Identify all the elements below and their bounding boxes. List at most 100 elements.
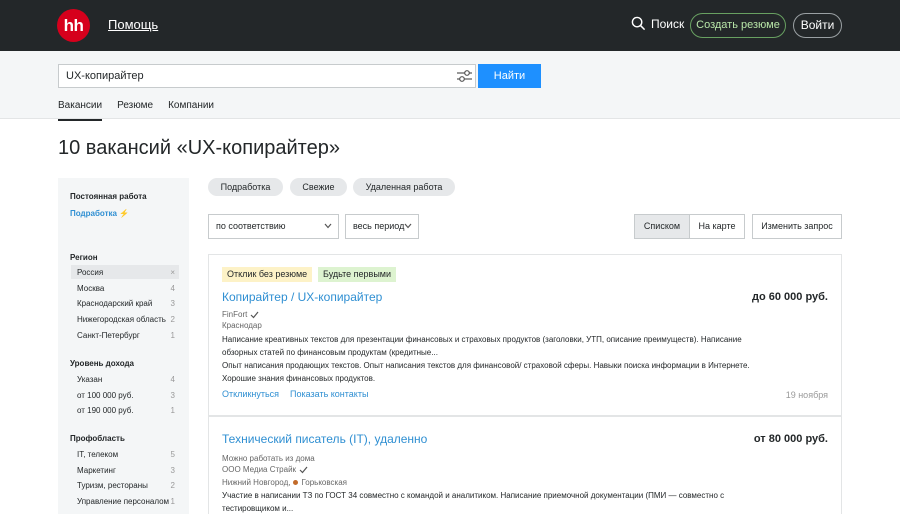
region-item-moscow[interactable]: Москва 4 bbox=[71, 281, 179, 295]
description-line: Участие в написании ТЗ по ГОСТ 34 совмес… bbox=[222, 491, 725, 500]
page-title: 10 вакансий «UX-копирайтер» bbox=[58, 137, 340, 159]
location-label: Нижний Новгород, bbox=[222, 478, 291, 487]
vacancy-card: Технический писатель (IT), удаленно от 8… bbox=[208, 416, 842, 514]
remote-note-label: Можно работать из дома bbox=[222, 454, 315, 463]
find-button[interactable]: Найти bbox=[478, 64, 541, 88]
income-item[interactable]: от 190 000 руб. 1 bbox=[71, 403, 179, 417]
area-label: Маркетинг bbox=[77, 465, 116, 475]
region-count: 1 bbox=[170, 330, 175, 340]
area-item[interactable]: Туризм, рестораны 2 bbox=[71, 478, 179, 492]
view-map-button[interactable]: На карте bbox=[689, 214, 745, 239]
area-title: Профобласть bbox=[70, 434, 125, 443]
area-count: 2 bbox=[170, 480, 175, 490]
region-item-spb[interactable]: Санкт-Петербург 1 bbox=[71, 328, 179, 342]
region-label: Москва bbox=[77, 283, 105, 293]
change-query-button[interactable]: Изменить запрос bbox=[752, 214, 842, 239]
be-first-tag: Будьте первыми bbox=[318, 267, 397, 282]
search-input[interactable] bbox=[59, 65, 449, 87]
chip-remote[interactable]: Удаленная работа bbox=[353, 178, 455, 196]
filter-sliders-icon[interactable] bbox=[456, 68, 473, 84]
create-resume-button[interactable]: Создать резюме bbox=[690, 13, 786, 38]
remote-note: Можно работать из дома bbox=[222, 454, 315, 463]
period-select[interactable]: весь период bbox=[345, 214, 419, 239]
vacancy-description: Участие в написании ТЗ по ГОСТ 34 совмес… bbox=[222, 489, 802, 514]
search-panel: Найти Вакансии Резюме Компании bbox=[0, 51, 900, 121]
area-item[interactable]: Управление персоналом 1 bbox=[71, 494, 179, 508]
vacancy-title[interactable]: Копирайтер / UX-копирайтер bbox=[222, 290, 382, 304]
part-time-link[interactable]: Подработка ⚡ bbox=[70, 209, 129, 218]
sort-order-select[interactable]: по соответствию bbox=[208, 214, 339, 239]
region-label: Нижегородская область bbox=[77, 314, 166, 324]
period-value: весь период bbox=[353, 221, 405, 231]
search-icon bbox=[631, 16, 646, 31]
search-type-tabs: Вакансии Резюме Компании bbox=[58, 100, 214, 121]
metro-icon bbox=[293, 480, 299, 485]
vacancy-salary: до 60 000 руб. bbox=[751, 291, 828, 303]
help-link[interactable]: Помощь bbox=[108, 17, 158, 32]
company-name: FinFort bbox=[222, 310, 248, 319]
description-line: тестировщиком и... bbox=[222, 504, 294, 513]
vacancy-date: 19 ноября bbox=[785, 390, 828, 400]
region-label: Россия bbox=[77, 267, 104, 277]
description-line: Написание креативных текстов для презент… bbox=[222, 335, 742, 344]
vacancy-description: Написание креативных текстов для презент… bbox=[222, 333, 802, 385]
no-resume-tag: Отклик без резюме bbox=[222, 267, 313, 282]
region-item-krasnodar[interactable]: Краснодарский край 3 bbox=[71, 296, 179, 310]
income-item[interactable]: Указан 4 bbox=[71, 372, 179, 386]
vacancy-location: Нижний Новгород, Горьковская bbox=[222, 478, 347, 487]
employment-title[interactable]: Постоянная работа bbox=[70, 192, 147, 201]
chevron-down-icon bbox=[404, 223, 412, 229]
vacancy-salary: от 80 000 руб. bbox=[753, 433, 828, 445]
vacancy-company[interactable]: FinFort bbox=[222, 310, 259, 319]
verified-check-icon bbox=[250, 311, 259, 318]
region-count: 3 bbox=[170, 298, 175, 308]
income-title: Уровень дохода bbox=[70, 359, 135, 368]
area-count: 3 bbox=[170, 465, 175, 475]
income-count: 4 bbox=[170, 374, 175, 384]
login-button[interactable]: Войти bbox=[793, 13, 842, 38]
income-item[interactable]: от 100 000 руб. 3 bbox=[71, 388, 179, 402]
vacancy-card: Отклик без резюме Будьте первыми Копирай… bbox=[208, 254, 842, 416]
view-list-button[interactable]: Списком bbox=[634, 214, 690, 239]
description-line: Опыт написания продающих текстов. Опыт н… bbox=[222, 361, 750, 370]
tab-resumes[interactable]: Резюме bbox=[117, 100, 153, 121]
respond-link[interactable]: Откликнуться bbox=[222, 389, 279, 399]
region-count: 2 bbox=[170, 314, 175, 324]
region-label: Краснодарский край bbox=[77, 298, 153, 308]
vacancy-location: Краснодар bbox=[222, 321, 262, 330]
chip-fresh[interactable]: Свежие bbox=[290, 178, 347, 196]
region-count: 4 bbox=[170, 283, 175, 293]
description-line: Хорошие знания финансовых продуктов. bbox=[222, 374, 376, 383]
close-icon[interactable]: × bbox=[170, 268, 175, 277]
area-label: Управление персоналом bbox=[77, 496, 170, 506]
sort-order-value: по соответствию bbox=[216, 221, 286, 231]
tab-companies[interactable]: Компании bbox=[168, 100, 214, 121]
area-count: 5 bbox=[170, 449, 175, 459]
hh-logo[interactable]: hh bbox=[57, 9, 90, 42]
header-search-label: Поиск bbox=[651, 16, 685, 31]
area-count: 1 bbox=[170, 496, 175, 506]
region-title: Регион bbox=[70, 253, 98, 262]
chip-part-time[interactable]: Подработка bbox=[208, 178, 283, 196]
region-item-nizhny[interactable]: Нижегородская область 2 bbox=[71, 312, 179, 326]
region-item-russia[interactable]: Россия × bbox=[71, 265, 179, 279]
company-name: ООО Медиа Страйк bbox=[222, 465, 297, 474]
top-navigation-bar: hh Помощь Поиск Создать резюме Войти bbox=[0, 0, 900, 51]
area-item[interactable]: Маркетинг 3 bbox=[71, 463, 179, 477]
vacancy-title[interactable]: Технический писатель (IT), удаленно bbox=[222, 432, 427, 446]
verified-check-icon bbox=[299, 466, 308, 473]
income-label: Указан bbox=[77, 374, 103, 384]
region-label: Санкт-Петербург bbox=[77, 330, 140, 340]
area-label: Туризм, рестораны bbox=[77, 480, 148, 490]
area-label: IT, телеком bbox=[77, 449, 119, 459]
income-label: от 100 000 руб. bbox=[77, 390, 134, 400]
filters-sidebar: Постоянная работа Подработка ⚡ Регион Ро… bbox=[58, 178, 189, 514]
area-item[interactable]: IT, телеком 5 bbox=[71, 447, 179, 461]
vacancy-company[interactable]: ООО Медиа Страйк bbox=[222, 465, 308, 474]
income-count: 3 bbox=[170, 390, 175, 400]
show-contacts-link[interactable]: Показать контакты bbox=[290, 389, 368, 399]
metro-label: Горьковская bbox=[301, 478, 347, 487]
header-search-button[interactable]: Поиск bbox=[631, 16, 684, 31]
tab-vacancies[interactable]: Вакансии bbox=[58, 100, 103, 121]
location-label: Краснодар bbox=[222, 321, 262, 330]
